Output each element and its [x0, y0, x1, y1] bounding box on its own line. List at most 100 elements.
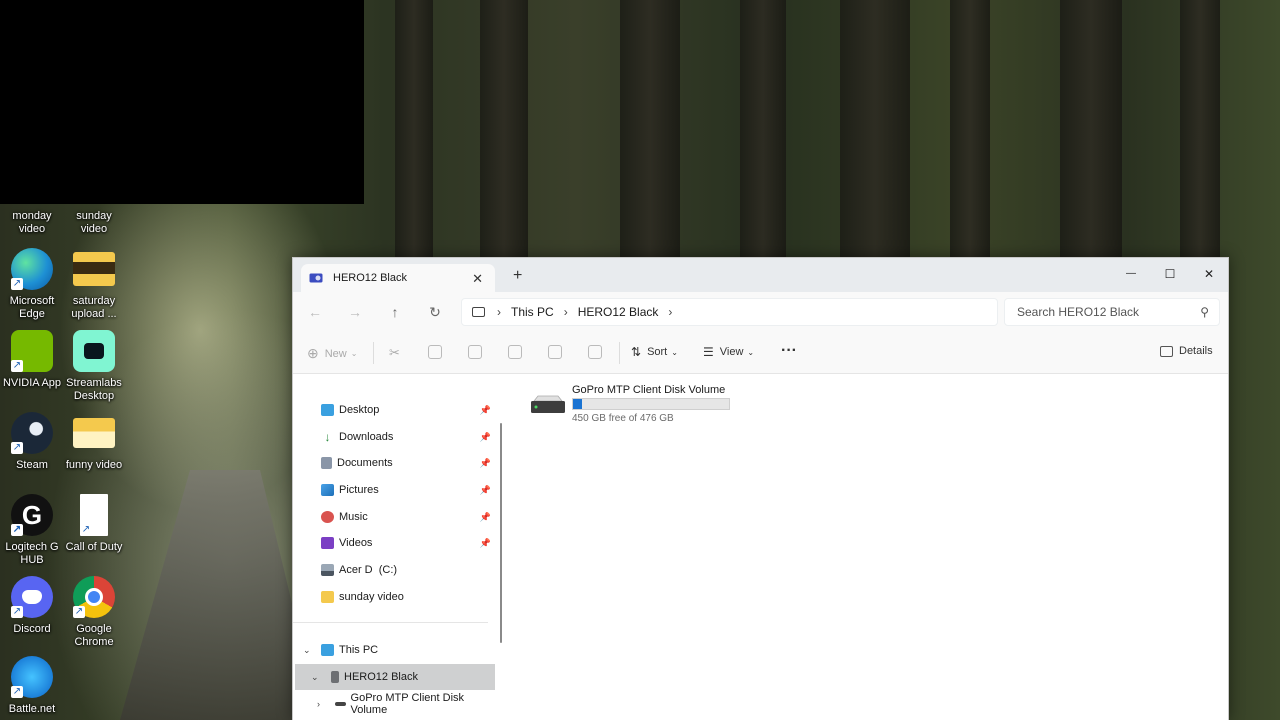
minimize-button[interactable]: —	[1111, 262, 1151, 286]
desktop-icon-nvidia-app[interactable]: ↗ NVIDIA App	[0, 330, 64, 390]
desktop-icon-sunday-video[interactable]: sunday video	[62, 210, 126, 236]
desktop-icon-label: monday video	[12, 210, 52, 235]
nav-item-music[interactable]: Music 📌	[293, 504, 497, 530]
chevron-down-icon: ⌄	[671, 347, 678, 357]
rename-button[interactable]	[508, 345, 522, 359]
wallpaper-tree	[950, 0, 990, 300]
pin-icon[interactable]: 📌	[480, 405, 491, 416]
nav-item-desktop[interactable]: Desktop 📌	[293, 397, 497, 423]
drive-icon	[321, 564, 334, 576]
desktop-icon-streamlabs[interactable]: Streamlabs Desktop	[62, 330, 126, 403]
share-icon	[548, 345, 562, 359]
desktop-icon-discord[interactable]: ↗ Discord	[0, 576, 64, 636]
desktop-icon-call-of-duty[interactable]: ↗ Call of Duty	[62, 494, 126, 554]
folder-icon	[73, 418, 115, 448]
share-button[interactable]	[548, 345, 562, 359]
desktop-icon-funny-video[interactable]: funny video	[62, 412, 126, 472]
desktop-icon-label: Steam	[16, 459, 48, 471]
nav-item-acer-drive[interactable]: Acer D (C:)	[293, 557, 497, 583]
desktop-icon-logitech[interactable]: G ↗ Logitech G HUB	[0, 494, 64, 567]
new-button[interactable]: ⊕ New ⌄	[307, 345, 357, 362]
desktop-icon-label: NVIDIA App	[2, 377, 62, 389]
nav-item-documents[interactable]: Documents 📌	[293, 450, 497, 476]
nav-item-label: Pictures	[339, 484, 379, 496]
wallpaper-road	[120, 470, 320, 720]
cut-button[interactable]: ✂	[389, 345, 400, 361]
desktop-icon-monday-video[interactable]: monday video	[0, 210, 64, 236]
shortcut-arrow-icon: ↗	[73, 606, 85, 618]
new-tab-button[interactable]: +	[513, 267, 522, 285]
maximize-button[interactable]: ☐	[1150, 262, 1190, 286]
copy-button[interactable]	[428, 345, 442, 359]
back-button[interactable]: ←	[305, 302, 325, 322]
nav-item-label: sunday video	[339, 591, 404, 603]
delete-button[interactable]	[588, 345, 602, 359]
desktop-icon-saturday-upload[interactable]: saturday upload ...	[62, 248, 126, 321]
drive-name: GoPro MTP Client Disk Volume	[572, 384, 726, 396]
nav-item-label: Videos	[339, 537, 373, 549]
nav-item-label: Desktop	[339, 404, 380, 416]
tab-close-icon[interactable]: ✕	[472, 271, 483, 287]
search-placeholder: Search HERO12 Black	[1017, 305, 1140, 319]
address-field[interactable]: › This PC › HERO12 Black ›	[461, 298, 998, 326]
camera-device-icon	[331, 671, 339, 683]
nav-scrollbar[interactable]	[500, 423, 502, 643]
battlenet-icon: ↗	[11, 656, 53, 698]
content-pane: GoPro MTP Client Disk Volume 450 GB free…	[510, 375, 1228, 720]
desktop-icon-label: Streamlabs Desktop	[66, 377, 122, 402]
wallpaper-tree	[1060, 0, 1122, 300]
music-icon	[321, 511, 334, 523]
steam-icon: ↗	[11, 412, 53, 454]
pin-icon[interactable]: 📌	[480, 458, 491, 469]
nav-item-sunday-video[interactable]: sunday video	[293, 584, 497, 610]
shortcut-arrow-icon: ↗	[11, 360, 23, 372]
sort-button[interactable]: ⇅ Sort ⌄	[631, 345, 678, 359]
tab-hero12-black[interactable]: HERO12 Black ✕	[301, 264, 495, 292]
breadcrumb-separator: ›	[563, 305, 568, 319]
file-icon: ↗	[80, 494, 108, 536]
search-input[interactable]: Search HERO12 Black ⚲	[1004, 298, 1220, 326]
details-button[interactable]: Details	[1160, 345, 1213, 357]
view-button[interactable]: ☰ View ⌄	[703, 345, 754, 359]
navigation-pane: Desktop 📌 ↓ Downloads 📌 Documents 📌 Pict…	[293, 375, 503, 720]
paste-button[interactable]	[468, 345, 482, 359]
chevron-right-icon[interactable]: ›	[317, 699, 320, 709]
nav-item-hero12-black[interactable]: ⌄ HERO12 Black	[295, 664, 495, 690]
breadcrumb-hero12-black[interactable]: HERO12 Black	[578, 305, 659, 319]
pin-icon[interactable]: 📌	[480, 432, 491, 443]
desktop-icon-label: sunday video	[76, 210, 112, 235]
black-overlay	[0, 0, 364, 204]
desktop-icon-battlenet[interactable]: ↗ Battle.net	[0, 656, 64, 716]
pin-icon[interactable]: 📌	[480, 512, 491, 523]
up-button[interactable]: ↑	[385, 302, 405, 322]
desktop-icon-microsoft-edge[interactable]: ↗ Microsoft Edge	[0, 248, 64, 321]
desktop-icon-google-chrome[interactable]: ↗ Google Chrome	[62, 576, 126, 649]
pin-icon[interactable]: 📌	[480, 485, 491, 496]
desktop-icon-steam[interactable]: ↗ Steam	[0, 412, 64, 472]
nav-item-gopro-volume[interactable]: › GoPro MTP Client Disk Volume	[293, 691, 497, 717]
nav-item-pictures[interactable]: Pictures 📌	[293, 477, 497, 503]
nav-item-label: Downloads	[339, 431, 394, 443]
desktop-icon-label: funny video	[65, 459, 123, 471]
refresh-button[interactable]: ↻	[425, 302, 445, 322]
nav-item-downloads[interactable]: ↓ Downloads 📌	[293, 424, 497, 450]
nav-item-videos[interactable]: Videos 📌	[293, 530, 497, 556]
this-pc-icon	[321, 644, 334, 656]
drive-tile-gopro[interactable]: GoPro MTP Client Disk Volume 450 GB free…	[530, 383, 740, 433]
chevron-down-icon[interactable]: ⌄	[303, 645, 311, 656]
folder-icon	[321, 591, 334, 603]
more-options-button[interactable]: ···	[781, 342, 797, 360]
close-button[interactable]: ✕	[1189, 262, 1228, 286]
sort-label: Sort	[647, 346, 668, 358]
breadcrumb-this-pc[interactable]: This PC	[511, 305, 554, 319]
more-icon: ···	[781, 342, 797, 359]
chevron-down-icon[interactable]: ⌄	[311, 672, 319, 683]
desktop-icon-label: Google Chrome	[74, 623, 114, 648]
pin-icon[interactable]: 📌	[480, 538, 491, 549]
wallpaper-tree	[395, 0, 433, 300]
shortcut-arrow-icon: ↗	[80, 524, 92, 536]
shortcut-arrow-icon: ↗	[11, 278, 23, 290]
forward-button[interactable]: →	[345, 302, 365, 322]
view-label: View	[719, 346, 744, 358]
nav-item-this-pc[interactable]: ⌄ This PC	[293, 637, 497, 663]
